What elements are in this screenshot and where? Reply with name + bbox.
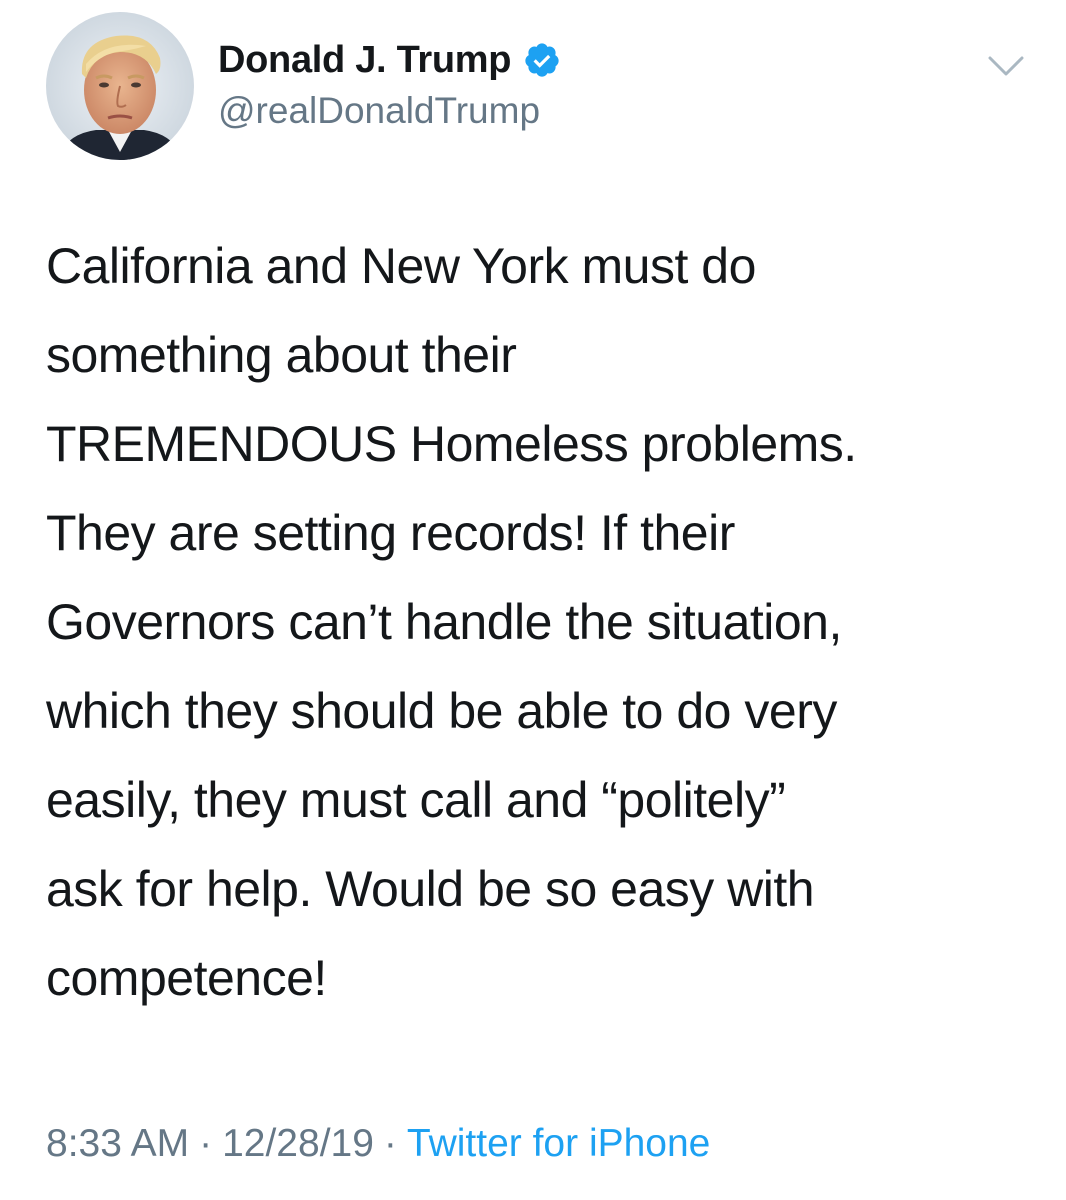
meta-separator: ·: [199, 1122, 213, 1165]
tweet-text: California and New York must do somethin…: [46, 222, 1036, 1023]
tweet-text-line: easily, they must call and “politely”: [46, 772, 786, 828]
tweet-text-line: California and New York must do: [46, 238, 756, 294]
user-handle[interactable]: @realDonaldTrump: [218, 90, 561, 132]
chevron-down-icon[interactable]: [986, 50, 1026, 80]
meta-separator: ·: [383, 1122, 397, 1165]
avatar[interactable]: [46, 12, 194, 160]
tweet-date[interactable]: 12/28/19: [222, 1122, 374, 1165]
tweet-text-line: Governors can’t handle the situation,: [46, 594, 842, 650]
tweet-time[interactable]: 8:33 AM: [46, 1122, 189, 1165]
display-name[interactable]: Donald J. Trump: [218, 39, 512, 82]
tweet-card: Donald J. Trump @realDonaldTrump Califor…: [0, 0, 1066, 1200]
tweet-text-line: TREMENDOUS Homeless problems.: [46, 416, 857, 472]
tweet-source-link[interactable]: Twitter for iPhone: [407, 1122, 710, 1165]
verified-badge-icon: [525, 43, 559, 77]
author-block: Donald J. Trump @realDonaldTrump: [218, 38, 561, 132]
tweet-text-line: competence!: [46, 950, 327, 1006]
tweet-text-line: something about their: [46, 327, 517, 383]
display-name-row: Donald J. Trump: [218, 38, 561, 82]
tweet-text-line: which they should be able to do very: [46, 683, 837, 739]
tweet-metadata: 8:33 AM · 12/28/19 · Twitter for iPhone: [46, 1122, 710, 1166]
tweet-text-line: They are setting records! If their: [46, 505, 735, 561]
tweet-text-line: ask for help. Would be so easy with: [46, 861, 815, 917]
